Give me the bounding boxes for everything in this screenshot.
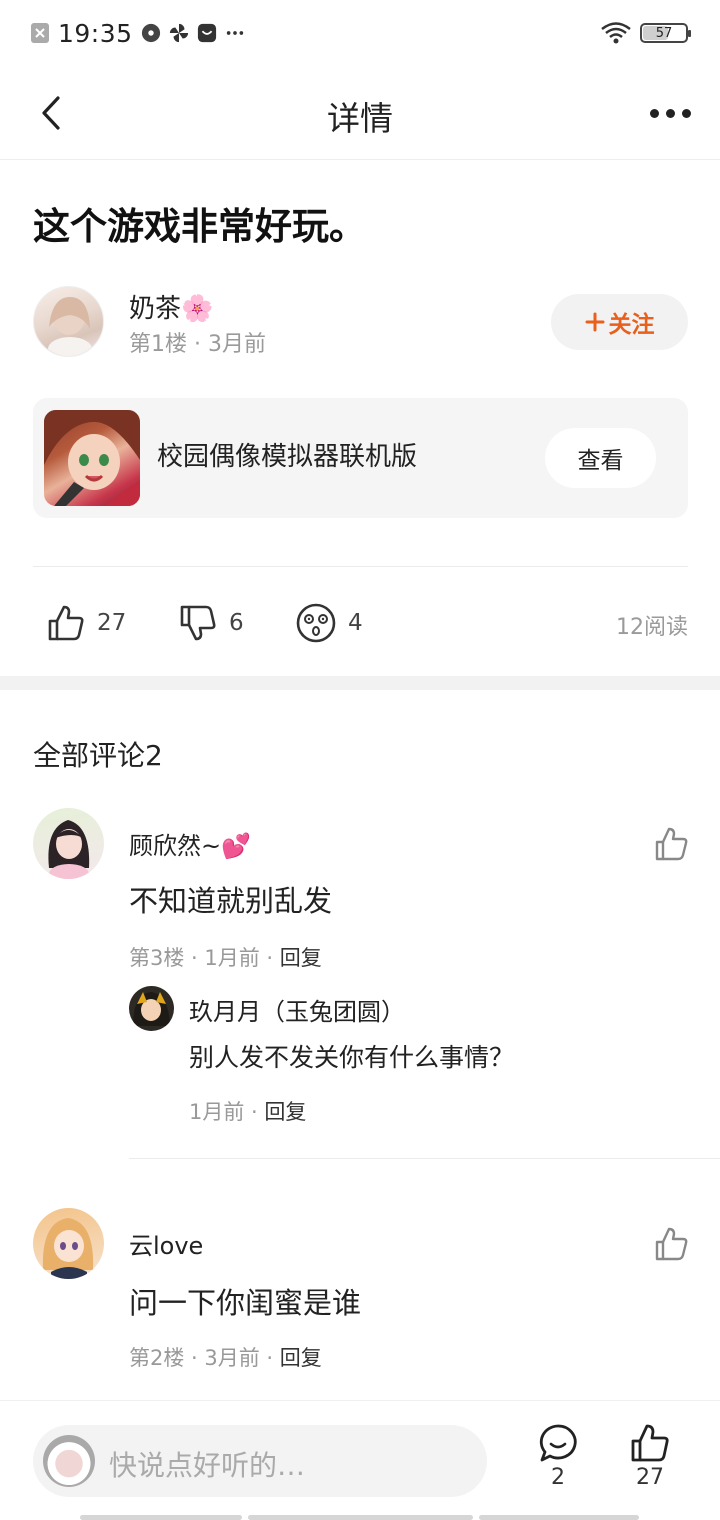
- avatar-image: [48, 820, 90, 879]
- status-bar: 19:35 57: [0, 0, 720, 66]
- thumbs-down-icon: [180, 605, 216, 641]
- comment-input-placeholder: 快说点好听的…: [109, 1449, 306, 1482]
- nav-bar: 详情: [0, 66, 720, 160]
- avatar-image: [42, 1218, 94, 1279]
- gesture-bar: [479, 1515, 639, 1520]
- commenter-name[interactable]: 云love: [129, 1226, 203, 1261]
- post-title: 这个游戏非常好玩。: [33, 205, 366, 248]
- battery-indicator: 57: [640, 23, 691, 43]
- follow-label: 关注: [608, 312, 655, 338]
- game-card[interactable]: 校园偶像模拟器联机版 查看: [33, 398, 688, 518]
- like-count: 27: [97, 610, 127, 636]
- read-count: 12阅读: [616, 615, 688, 640]
- more-dot-icon: [665, 108, 675, 118]
- pinwheel-icon: [169, 23, 188, 43]
- view-game-button[interactable]: 查看: [545, 428, 656, 488]
- app-notification-icon: [141, 23, 160, 43]
- reply-link[interactable]: 回复: [280, 946, 322, 970]
- reply-avatar[interactable]: [129, 986, 174, 1031]
- avatar-image: [133, 992, 170, 1026]
- like-reaction[interactable]: 27: [47, 596, 126, 650]
- notification-close-icon: [31, 23, 49, 43]
- plus-icon: [585, 312, 604, 332]
- dislike-count: 6: [229, 610, 244, 636]
- comments-button[interactable]: 2: [528, 1423, 588, 1490]
- message-app-icon: [197, 23, 216, 43]
- comment-like-icon[interactable]: [654, 1226, 690, 1262]
- status-left: 19:35: [30, 18, 245, 48]
- comment-text: 问一下你闺蜜是谁: [129, 1286, 362, 1320]
- post-reactions: 27 6 4 12阅读: [33, 596, 688, 650]
- follow-button[interactable]: 关注: [551, 294, 688, 350]
- thumbs-up-icon: [48, 605, 84, 641]
- comment-bubble-icon: [539, 1424, 577, 1462]
- comment-like-icon[interactable]: [654, 826, 690, 862]
- status-right: 57: [600, 18, 691, 48]
- reply-link[interactable]: 回复: [264, 1100, 306, 1124]
- comment-meta-info: 第3楼 · 1月前 ·: [129, 946, 280, 970]
- more-button[interactable]: [642, 88, 698, 138]
- comment-meta: 第2楼 · 3月前 · 回复: [129, 1342, 322, 1372]
- status-time: 19:35: [58, 18, 133, 48]
- game-icon: [44, 410, 140, 506]
- my-avatar: [43, 1435, 95, 1487]
- reply-text: 别人发不发关你有什么事情？: [189, 1043, 515, 1072]
- commenter-avatar[interactable]: [33, 1208, 104, 1279]
- author-name[interactable]: 奶茶🌸: [129, 288, 213, 325]
- avatar-image: [48, 297, 92, 356]
- comment-meta-info: 第2楼 · 3月前 ·: [129, 1346, 280, 1370]
- commenter-name[interactable]: 顾欣然~💕: [129, 826, 251, 861]
- dislike-reaction[interactable]: 6: [179, 596, 244, 650]
- thumbs-up-icon: [631, 1424, 669, 1462]
- more-dot-icon: [681, 108, 691, 118]
- author-avatar[interactable]: [33, 286, 104, 357]
- game-cover-image: [44, 410, 140, 506]
- wifi-icon: [601, 22, 631, 44]
- nested-reply: 玖月月（玉兔团圆） 别人发不发关你有什么事情？ 1月前 · 回复: [129, 986, 720, 1126]
- comment-text: 不知道就别乱发: [129, 884, 333, 918]
- gesture-bar: [248, 1515, 473, 1520]
- reply-author-name[interactable]: 玖月月（玉兔团圆）: [189, 992, 405, 1027]
- divider: [33, 566, 688, 567]
- commenter-avatar[interactable]: [33, 808, 104, 879]
- like-button[interactable]: 27: [620, 1423, 680, 1490]
- funny-count: 4: [348, 610, 363, 636]
- comment-input[interactable]: 快说点好听的…: [33, 1425, 487, 1497]
- section-divider: [0, 676, 720, 690]
- battery-level: 57: [655, 25, 673, 41]
- comments-header: 全部评论2: [33, 739, 163, 772]
- more-notifications-icon: [226, 31, 243, 35]
- funny-reaction[interactable]: 4: [296, 596, 363, 650]
- comment-item: 云love 问一下你闺蜜是谁 第2楼 · 3月前 · 回复: [0, 1208, 720, 1378]
- comment-item: 顾欣然~💕 不知道就别乱发 第3楼 · 1月前 · 回复 玖月月（玉兔团圆） 别…: [0, 808, 720, 1158]
- divider: [129, 1158, 720, 1159]
- author-meta: 第1楼 · 3月前: [129, 332, 266, 357]
- like-count: 27: [636, 1465, 664, 1490]
- reply-meta: 1月前 · 回复: [189, 1096, 306, 1126]
- gesture-bar: [80, 1515, 242, 1520]
- reply-meta-info: 1月前 ·: [189, 1100, 265, 1124]
- dizzy-face-icon: [296, 603, 336, 643]
- more-dot-icon: [649, 108, 659, 118]
- reply-link[interactable]: 回复: [280, 1346, 322, 1370]
- comment-meta: 第3楼 · 1月前 · 回复: [129, 942, 322, 972]
- page-title: 详情: [327, 99, 393, 138]
- post-author: 奶茶🌸 第1楼 · 3月前 关注: [33, 286, 688, 358]
- comment-count: 2: [551, 1465, 565, 1490]
- bottom-bar: 快说点好听的… 2 27: [0, 1400, 720, 1520]
- game-name: 校园偶像模拟器联机版: [157, 442, 418, 472]
